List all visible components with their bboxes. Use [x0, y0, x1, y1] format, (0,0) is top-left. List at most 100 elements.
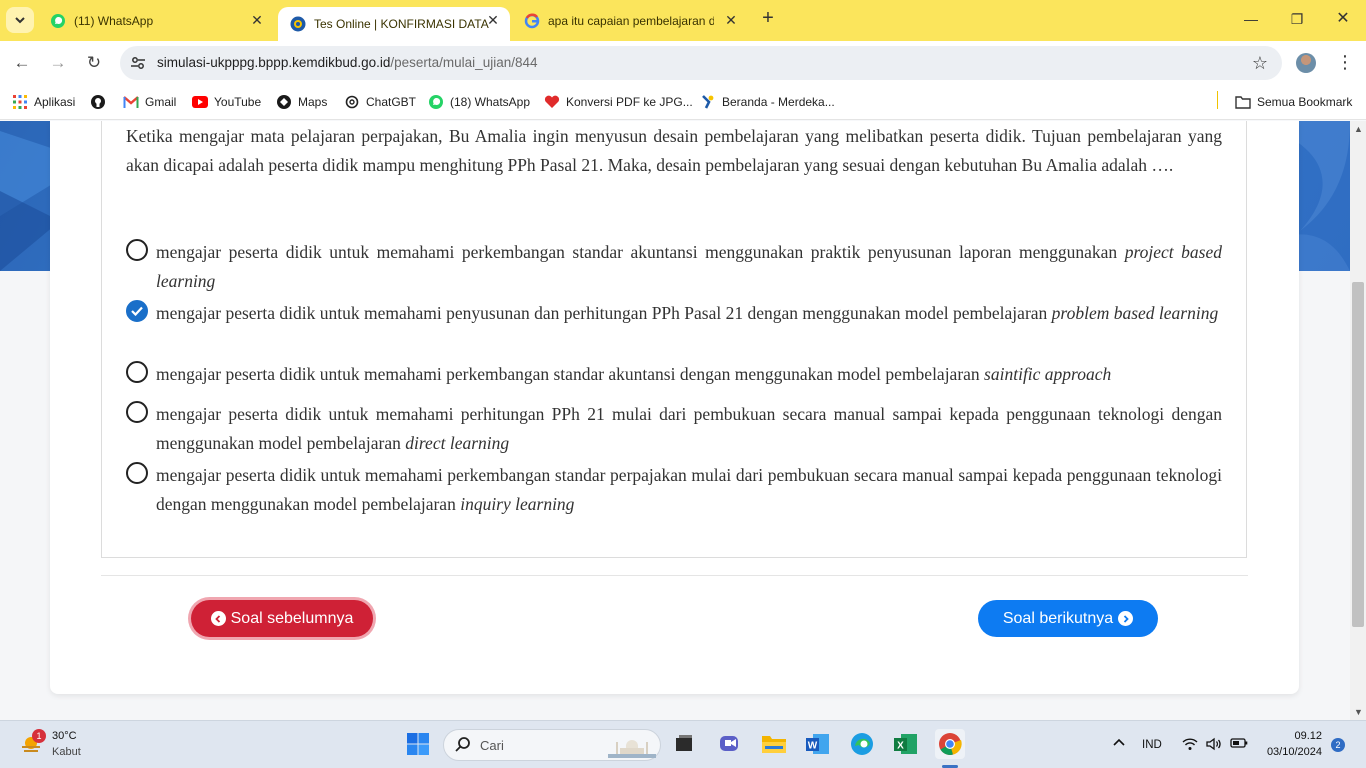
more-menu-icon[interactable]: ⋮: [1336, 51, 1354, 73]
bookmark-label: ChatGBT: [366, 95, 417, 109]
tab-tes-online[interactable]: Tes Online | KONFIRMASI DATA ✕: [278, 7, 510, 41]
whatsapp-icon: [50, 13, 66, 29]
task-view-icon[interactable]: [669, 729, 699, 759]
bookmark-label: Semua Bookmark: [1257, 95, 1353, 109]
checkmark-icon: [131, 306, 143, 316]
bookmark-label: Konversi PDF ke JPG...: [566, 95, 693, 109]
next-question-button[interactable]: Soal berikutnya: [978, 600, 1158, 637]
question-text: Ketika mengajar mata pelajaran perpajaka…: [126, 126, 1222, 175]
show-hidden-icons-chevron-up-icon[interactable]: [1112, 737, 1126, 750]
answer-option-b[interactable]: mengajar peserta didik untuk memahami pe…: [126, 299, 1222, 328]
previous-question-label: Soal sebelumnya: [230, 609, 354, 627]
search-placeholder: Cari: [480, 738, 504, 753]
close-tab-icon[interactable]: ✕: [724, 13, 738, 27]
edge-icon[interactable]: [847, 729, 877, 759]
bookmark-star-icon[interactable]: ☆: [1252, 53, 1268, 73]
svg-text:X: X: [897, 741, 904, 752]
answer-option-c[interactable]: mengajar peserta didik untuk memahami pe…: [126, 360, 1222, 389]
option-text-main: mengajar peserta didik untuk memahami pe…: [156, 364, 985, 384]
clock-date: 03/10/2024: [1266, 746, 1322, 758]
new-tab-button[interactable]: +: [758, 8, 778, 29]
close-window-icon[interactable]: ✕: [1332, 8, 1354, 30]
bookmark-merdeka[interactable]: Beranda - Merdeka...: [700, 93, 835, 111]
option-text: mengajar peserta didik untuk memahami pe…: [156, 360, 1222, 389]
bookmark-konversi-pdf[interactable]: Konversi PDF ke JPG...: [544, 93, 693, 111]
volume-icon[interactable]: [1206, 737, 1222, 754]
svg-text:W: W: [808, 741, 818, 752]
address-bar[interactable]: simulasi-ukpppg.bppp.kemdikbud.go.id/pes…: [120, 46, 1282, 80]
chrome-icon[interactable]: [935, 729, 965, 759]
bookmark-chatgbt[interactable]: ChatGBT: [344, 93, 416, 111]
maps-icon: [276, 94, 292, 110]
answer-option-a[interactable]: mengajar peserta didik untuk memahami pe…: [126, 238, 1222, 295]
excel-icon[interactable]: X: [891, 729, 921, 759]
radio-unchecked-icon[interactable]: [126, 239, 148, 261]
all-bookmarks[interactable]: Semua Bookmark: [1235, 93, 1352, 111]
site-info-icon[interactable]: [130, 55, 146, 71]
browser-tab-strip: (11) WhatsApp ✕ Tes Online | KONFIRMASI …: [0, 0, 1366, 41]
bookmark-gmail[interactable]: Gmail: [123, 93, 176, 111]
gmail-icon: [123, 94, 139, 110]
minimize-icon[interactable]: —: [1240, 8, 1262, 30]
kemdikbud-icon: [290, 16, 306, 32]
battery-icon[interactable]: [1230, 737, 1248, 752]
tab-whatsapp[interactable]: (11) WhatsApp ✕: [38, 7, 274, 35]
system-clock[interactable]: 09.12 03/10/2024: [1262, 728, 1322, 760]
option-text: mengajar peserta didik untuk memahami pe…: [156, 461, 1222, 518]
weather-temperature: 30°C: [52, 730, 77, 742]
scroll-up-arrow-icon[interactable]: ▲: [1354, 124, 1363, 134]
input-language[interactable]: IND: [1142, 739, 1162, 751]
url-domain: simulasi-ukpppg.bppp.kemdikbud.go.id: [157, 55, 391, 70]
section-divider: [101, 575, 1248, 576]
word-icon[interactable]: W: [803, 729, 833, 759]
search-highlight-image: [608, 740, 656, 758]
chevron-down-icon: [15, 17, 25, 24]
url-text[interactable]: simulasi-ukpppg.bppp.kemdikbud.go.id/pes…: [157, 55, 538, 70]
option-text-main: mengajar peserta didik untuk memahami pe…: [156, 303, 1052, 323]
close-tab-icon[interactable]: ✕: [486, 13, 500, 27]
tab-search-button[interactable]: [6, 7, 34, 33]
weather-widget[interactable]: 1 30°C Kabut: [20, 729, 110, 761]
notification-count-badge[interactable]: 2: [1331, 738, 1345, 752]
windows-start-icon[interactable]: [403, 729, 433, 759]
bookmark-aplikasi[interactable]: Aplikasi: [12, 93, 75, 111]
wifi-icon[interactable]: [1182, 737, 1198, 754]
back-arrow-icon[interactable]: ←: [12, 53, 32, 73]
teams-chat-icon[interactable]: [715, 729, 745, 759]
browser-toolbar: ← → ↻ simulasi-ukpppg.bppp.kemdikbud.go.…: [0, 41, 1366, 85]
merdeka-icon: [700, 94, 716, 110]
answer-option-d[interactable]: mengajar peserta didik untuk memahami pe…: [126, 400, 1222, 457]
reload-icon[interactable]: ↻: [84, 53, 104, 73]
scroll-down-arrow-icon[interactable]: ▼: [1354, 707, 1363, 717]
close-tab-icon[interactable]: ✕: [250, 13, 264, 27]
restore-icon[interactable]: ❐: [1286, 8, 1308, 30]
option-text-main: mengajar peserta didik untuk memahami pe…: [156, 465, 1222, 514]
bookmark-github[interactable]: [90, 93, 112, 111]
forward-arrow-icon[interactable]: →: [48, 53, 68, 73]
exam-card: Ketika mengajar mata pelajaran perpajaka…: [50, 121, 1299, 694]
file-explorer-icon[interactable]: [759, 729, 789, 759]
option-text: mengajar peserta didik untuk memahami pe…: [156, 299, 1222, 328]
bookmark-youtube[interactable]: YouTube: [192, 93, 261, 111]
folder-icon: [1235, 94, 1251, 110]
answer-option-e[interactable]: mengajar peserta didik untuk memahami pe…: [126, 461, 1222, 518]
bookmark-label: YouTube: [214, 95, 262, 109]
github-icon: [90, 94, 106, 110]
page-scrollbar[interactable]: ▲ ▼: [1350, 121, 1366, 720]
radio-unchecked-icon[interactable]: [126, 462, 148, 484]
taskbar-search[interactable]: Cari: [443, 729, 661, 761]
radio-checked-icon[interactable]: [126, 300, 148, 322]
option-text-main: mengajar peserta didik untuk memahami pe…: [156, 404, 1222, 453]
bookmark-maps[interactable]: Maps: [276, 93, 327, 111]
radio-unchecked-icon[interactable]: [126, 401, 148, 423]
profile-avatar[interactable]: [1296, 53, 1316, 73]
option-text: mengajar peserta didik untuk memahami pe…: [156, 400, 1222, 457]
bookmark-whatsapp[interactable]: (18) WhatsApp: [428, 93, 530, 111]
scrollbar-thumb[interactable]: [1352, 282, 1364, 627]
previous-question-button[interactable]: Soal sebelumnya: [191, 600, 373, 637]
tab-google-search[interactable]: apa itu capaian pembelajaran d ✕: [512, 7, 748, 35]
tab-title: (11) WhatsApp: [74, 14, 154, 28]
google-icon: [524, 13, 540, 29]
next-question-label: Soal berikutnya: [1002, 609, 1114, 627]
radio-unchecked-icon[interactable]: [126, 361, 148, 383]
